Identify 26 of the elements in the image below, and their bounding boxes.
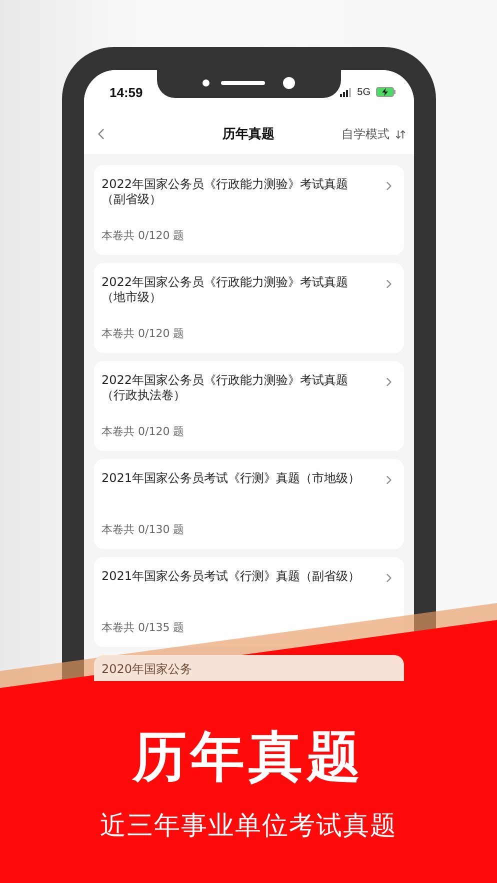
page-title: 历年真题: [222, 126, 274, 143]
banner-title: 历年真题: [132, 724, 364, 790]
exam-paper-card[interactable]: 2021年国家公务员考试《行测》真题（市地级） 本卷共 0/130 题: [94, 459, 404, 549]
question-count: 本卷共 0/120 题: [102, 228, 184, 243]
paper-title: 2021年国家公务员考试《行测》真题（市地级）: [102, 471, 362, 486]
question-count: 本卷共 0/120 题: [102, 326, 184, 341]
exam-paper-card[interactable]: 2020年国家公务: [94, 655, 404, 681]
paper-title: 2021年国家公务员考试《行测》真题（副省级）: [102, 569, 362, 584]
question-count: 本卷共 0/120 题: [102, 424, 184, 439]
banner-subtitle: 近三年事业单位考试真题: [100, 810, 397, 843]
paper-title: 2022年国家公务员《行政能力测验》考试真题（地市级）: [102, 275, 350, 305]
exam-paper-card[interactable]: 2022年国家公务员《行政能力测验》考试真题（副省级） 本卷共 0/120 题: [94, 165, 404, 255]
paper-title: 2022年国家公务员《行政能力测验》考试真题（副省级）: [102, 177, 350, 207]
paper-title: 2020年国家公务: [102, 662, 194, 677]
paper-title: 2022年国家公务员《行政能力测验》考试真题（行政执法卷）: [102, 373, 350, 403]
sort-icon[interactable]: [394, 128, 406, 140]
mode-label[interactable]: 自学模式: [342, 126, 390, 142]
question-count: 本卷共 0/135 题: [102, 620, 184, 635]
exam-paper-card[interactable]: 2021年国家公务员考试《行测》真题（副省级） 本卷共 0/135 题: [94, 557, 404, 647]
question-count: 本卷共 0/130 题: [102, 522, 184, 537]
signal-icon: [340, 88, 352, 96]
exam-paper-card[interactable]: 2022年国家公务员《行政能力测验》考试真题（行政执法卷） 本卷共 0/120 题: [94, 361, 404, 451]
status-time: 14:59: [110, 84, 143, 100]
battery-icon: [376, 87, 396, 97]
network-type: 5G: [357, 86, 370, 98]
exam-paper-card[interactable]: 2022年国家公务员《行政能力测验》考试真题（地市级） 本卷共 0/120 题: [94, 263, 404, 353]
